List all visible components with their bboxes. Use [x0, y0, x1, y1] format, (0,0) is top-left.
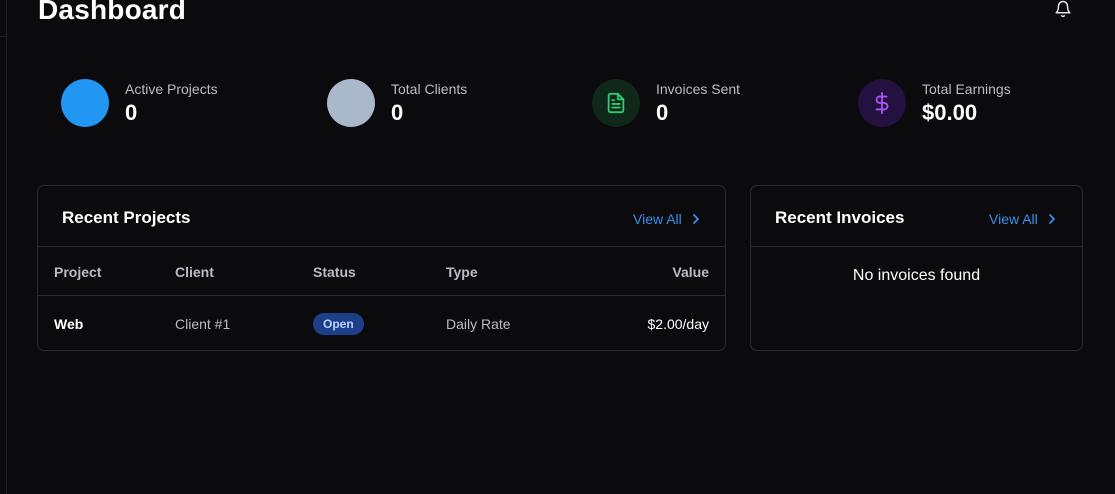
column-header-value: Value — [672, 264, 709, 280]
stat-invoices-sent: Invoices Sent 0 — [592, 79, 740, 127]
recent-invoices-card: Recent Invoices View All No invoices fou… — [750, 185, 1083, 351]
file-text-icon — [592, 79, 640, 127]
dollar-icon — [858, 79, 906, 127]
recent-invoices-header: Recent Invoices View All — [751, 186, 1082, 247]
recent-projects-header: Recent Projects View All — [38, 186, 725, 247]
chevron-right-icon — [1048, 214, 1055, 224]
view-all-label: View All — [989, 211, 1038, 227]
stat-label: Active Projects — [125, 80, 218, 97]
recent-invoices-title: Recent Invoices — [775, 208, 905, 227]
no-invoices-message: No invoices found — [852, 267, 981, 284]
invoices-view-all-link[interactable]: View All — [989, 211, 1056, 227]
projects-view-all-link[interactable]: View All — [633, 211, 700, 227]
stat-value: $0.00 — [922, 99, 978, 125]
view-all-label: View All — [633, 211, 682, 227]
notification-bell-icon[interactable] — [1054, 0, 1072, 18]
stat-value: 0 — [125, 99, 138, 125]
chevron-right-icon — [692, 214, 699, 224]
column-header-status: Status — [313, 264, 356, 280]
stat-value: 0 — [391, 99, 404, 125]
active-projects-icon — [61, 79, 109, 127]
stat-label: Total Earnings — [922, 80, 1011, 97]
project-name[interactable]: Web — [54, 316, 83, 332]
total-clients-icon — [327, 79, 375, 127]
stat-value: 0 — [656, 99, 669, 125]
stat-label: Total Clients — [391, 80, 468, 97]
table-row[interactable]: Web Client #1 Open Daily Rate $2.00/day — [38, 296, 725, 350]
stat-label: Invoices Sent — [656, 80, 741, 97]
stats-row: Active Projects 0 Total Clients 0 Invoic… — [61, 79, 1115, 129]
stat-total-earnings: Total Earnings $0.00 — [858, 79, 1011, 127]
column-header-project: Project — [54, 264, 102, 280]
sidebar-edge-notch — [0, 0, 7, 37]
project-value: $2.00/day — [647, 316, 710, 332]
client-name: Client #1 — [175, 316, 231, 332]
recent-projects-card: Recent Projects View All Project Client … — [37, 185, 726, 351]
project-type: Daily Rate — [446, 316, 511, 332]
column-header-type: Type — [446, 264, 478, 280]
recent-projects-title: Recent Projects — [62, 208, 191, 227]
stat-total-clients: Total Clients 0 — [327, 79, 467, 127]
sidebar-edge — [0, 0, 7, 494]
stat-active-projects: Active Projects 0 — [61, 79, 218, 127]
column-header-client: Client — [175, 264, 214, 280]
status-badge: Open — [313, 313, 364, 335]
page-title: Dashboard — [38, 0, 187, 25]
projects-table-header: Project Client Status Type Value — [38, 247, 725, 296]
